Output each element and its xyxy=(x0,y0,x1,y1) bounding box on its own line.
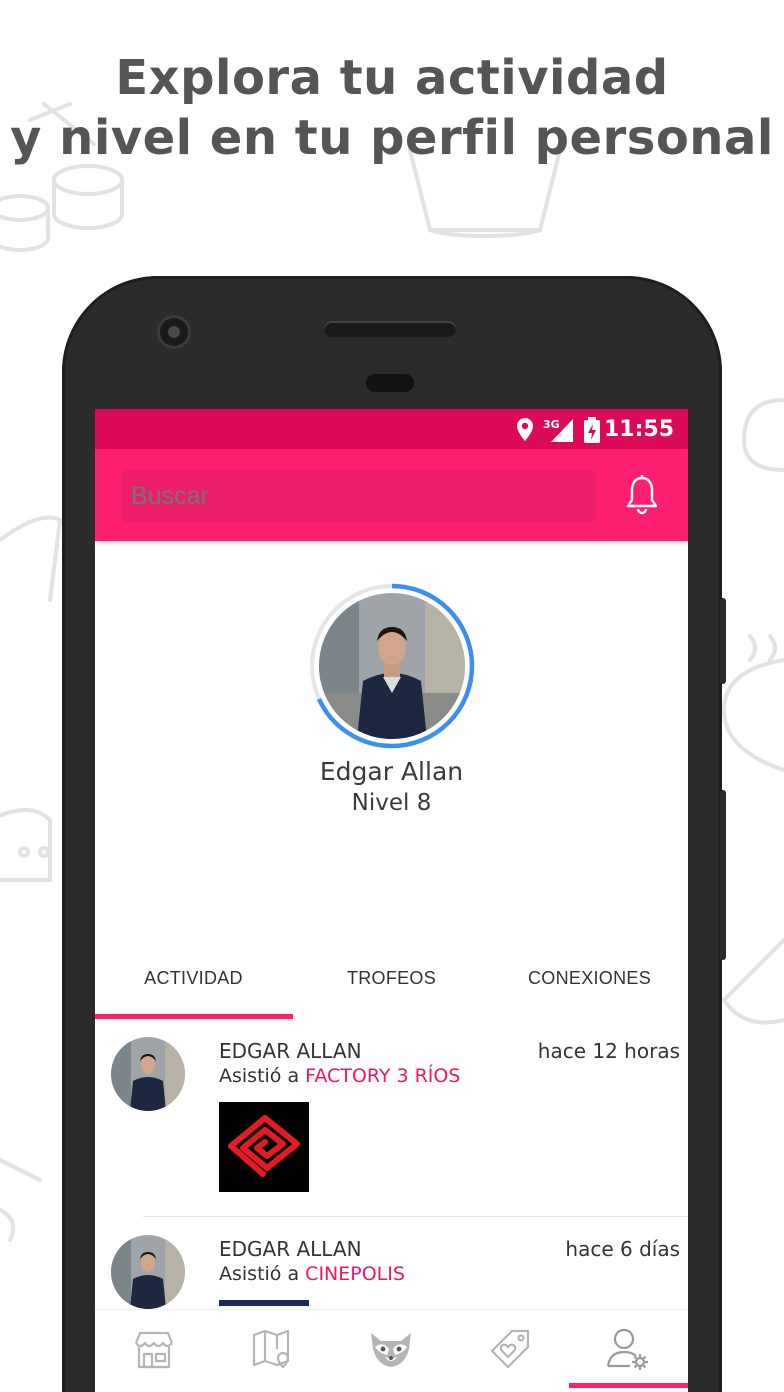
tag-heart-icon xyxy=(490,1329,530,1368)
tab-actividad[interactable]: ACTIVIDAD xyxy=(95,949,292,1021)
status-bar: 3G 11:55 xyxy=(95,409,688,449)
feed-place-link[interactable]: CINEPOLIS xyxy=(305,1263,405,1285)
feed-action-verb: Asistió a xyxy=(219,1065,300,1087)
nav-map[interactable] xyxy=(213,1310,331,1387)
feed-place-link[interactable]: FACTORY 3 RÍOS xyxy=(305,1065,460,1087)
feed-avatar[interactable] xyxy=(111,1037,185,1111)
nav-offers[interactable] xyxy=(451,1310,569,1387)
nav-profile[interactable] xyxy=(569,1310,687,1387)
person-photo-icon xyxy=(111,1037,185,1111)
status-time: 11:55 xyxy=(603,417,674,442)
bell-icon[interactable] xyxy=(625,473,659,517)
feed-action: Asistió a CINEPOLIS xyxy=(219,1263,405,1285)
headline-line-2: y nivel en tu perfil personal xyxy=(10,110,774,166)
status-icons: 3G xyxy=(515,417,601,443)
proximity-sensor xyxy=(366,374,414,392)
feed-divider xyxy=(143,1216,688,1217)
feed-action: Asistió a FACTORY 3 RÍOS xyxy=(219,1065,460,1087)
avatar-photo xyxy=(319,593,465,739)
raccoon-icon xyxy=(371,1332,411,1367)
feed-avatar[interactable] xyxy=(111,1235,185,1309)
location-icon xyxy=(517,418,533,441)
factory-3-rios-logo[interactable] xyxy=(219,1102,309,1192)
profile-name: Edgar Allan xyxy=(319,757,464,786)
front-camera xyxy=(160,318,188,346)
user-settings-icon xyxy=(606,1328,648,1370)
profile-avatar[interactable] xyxy=(309,583,475,749)
feed-user-name: EDGAR ALLAN xyxy=(219,1039,362,1063)
battery-charging-icon xyxy=(584,417,600,443)
feed-time: hace 6 días xyxy=(565,1237,680,1261)
feed-user-name: EDGAR ALLAN xyxy=(219,1237,362,1261)
nav-active-indicator xyxy=(569,1383,688,1388)
profile-tabs: ACTIVIDAD TROFEOS CONEXIONES xyxy=(95,949,688,1021)
tab-trofeos[interactable]: TROFEOS xyxy=(293,949,490,1021)
tab-conexiones[interactable]: CONEXIONES xyxy=(491,949,688,1021)
nav-raccoon[interactable] xyxy=(332,1310,450,1387)
map-icon xyxy=(252,1329,290,1368)
spiral-logo-icon xyxy=(228,1115,300,1177)
headline-line-1: Explora tu actividad xyxy=(115,50,669,106)
profile-level: Nivel 8 xyxy=(351,790,432,816)
active-tab-indicator xyxy=(95,1014,293,1019)
search-input[interactable] xyxy=(121,470,596,522)
signal-icon: 3G xyxy=(543,418,573,442)
earpiece-speaker xyxy=(324,321,456,337)
app-bar xyxy=(95,449,688,541)
headline: Explora tu actividad y nivel en tu perfi… xyxy=(0,48,784,168)
bottom-navigation xyxy=(95,1309,688,1392)
feed-time: hace 12 horas xyxy=(537,1039,680,1063)
person-photo-icon xyxy=(111,1235,185,1309)
volume-button xyxy=(720,790,726,960)
feed-item[interactable]: EDGAR ALLAN hace 12 horas Asistió a FACT… xyxy=(95,1035,688,1215)
network-type: 3G xyxy=(543,418,560,431)
power-button xyxy=(720,598,726,684)
feed-item[interactable]: EDGAR ALLAN hace 6 días Asistió a CINEPO… xyxy=(95,1233,688,1313)
person-photo-icon xyxy=(319,593,465,739)
phone-screen: 3G 11:55 Buscar Edgar Allan Nivel 8 ACTI… xyxy=(95,409,688,1392)
store-icon xyxy=(134,1331,174,1368)
cinepolis-logo[interactable] xyxy=(219,1300,309,1306)
feed-action-verb: Asistió a xyxy=(219,1263,300,1285)
nav-store[interactable] xyxy=(95,1310,213,1387)
